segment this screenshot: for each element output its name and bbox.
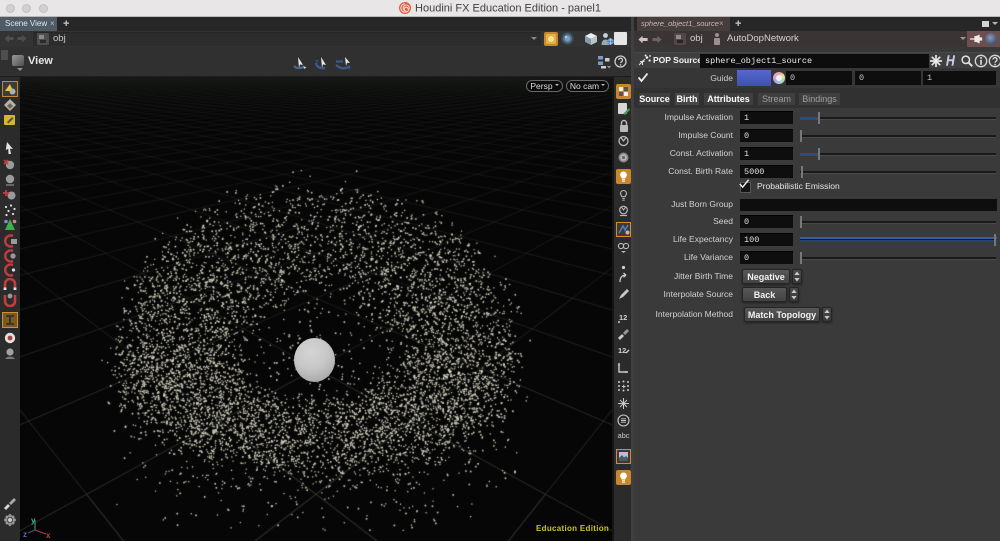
svg-text:12: 12: [618, 346, 626, 355]
svg-text:y: y: [31, 516, 36, 525]
svg-text:x: x: [46, 531, 51, 539]
svg-text:z: z: [23, 530, 27, 539]
svg-text:12: 12: [619, 313, 627, 322]
